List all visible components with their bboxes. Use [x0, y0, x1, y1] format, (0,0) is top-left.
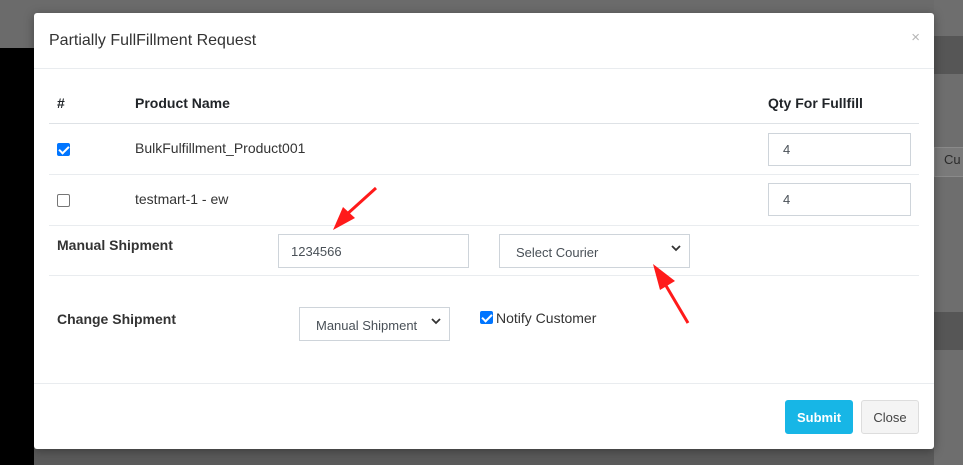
modal-header: Partially FullFillment Request ×: [34, 13, 934, 69]
table-row: testmart-1 - ew: [49, 175, 919, 226]
qty-input[interactable]: [768, 183, 911, 216]
background-right-band: [934, 312, 963, 350]
shipment-type-value: Manual Shipment: [316, 318, 418, 333]
fulfillment-modal: Partially FullFillment Request × # Produ…: [34, 13, 934, 449]
background-left-strip: [0, 48, 34, 465]
courier-select[interactable]: Select Courier: [499, 234, 690, 268]
row-select-checkbox[interactable]: [57, 143, 70, 156]
close-icon[interactable]: ×: [911, 29, 920, 46]
table-row: BulkFulfillment_Product001: [49, 124, 919, 175]
modal-footer: Submit Close: [34, 383, 934, 449]
column-header-index: #: [57, 95, 65, 111]
chevron-down-icon: [671, 245, 681, 252]
change-shipment-label: Change Shipment: [57, 311, 177, 327]
close-button[interactable]: Close: [861, 400, 919, 434]
product-name-cell: BulkFulfillment_Product001: [135, 140, 306, 156]
tracking-number-input[interactable]: [278, 234, 469, 268]
notify-customer-label: Notify Customer: [496, 310, 597, 326]
modal-title: Partially FullFillment Request: [49, 32, 257, 49]
table-header-row: # Product Name Qty For Fullfill: [49, 83, 919, 124]
column-header-product-name: Product Name: [135, 95, 230, 111]
manual-shipment-row: Manual Shipment Select Courier: [49, 226, 919, 276]
products-table: # Product Name Qty For Fullfill BulkFulf…: [49, 83, 919, 386]
row-select-checkbox[interactable]: [57, 194, 70, 207]
shipment-type-select[interactable]: Manual Shipment: [299, 307, 450, 341]
courier-select-value: Select Courier: [516, 245, 599, 260]
qty-input[interactable]: [768, 133, 911, 166]
column-header-qty: Qty For Fullfill: [768, 95, 863, 111]
manual-shipment-label: Manual Shipment: [57, 237, 173, 253]
notify-customer-checkbox[interactable]: [480, 311, 493, 324]
submit-button[interactable]: Submit: [785, 400, 853, 434]
background-right-band: [934, 36, 963, 74]
chevron-down-icon: [431, 318, 441, 325]
change-shipment-row: Change Shipment Manual Shipment Notify C…: [49, 276, 919, 386]
product-name-cell: testmart-1 - ew: [135, 191, 229, 207]
background-right-text: Cu: [944, 152, 961, 167]
